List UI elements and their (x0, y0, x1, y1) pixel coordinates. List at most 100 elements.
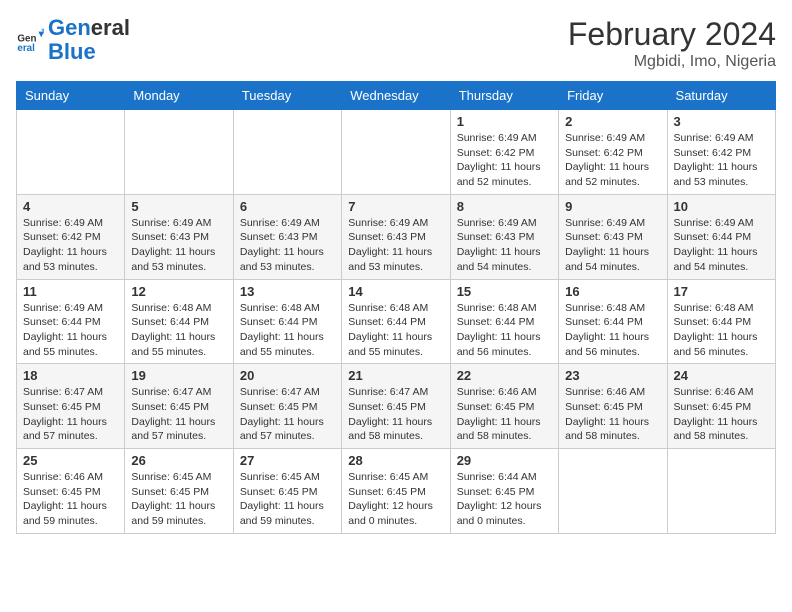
day-number: 11 (23, 284, 118, 299)
calendar-cell: 1 Sunrise: 6:49 AMSunset: 6:42 PMDaylight… (450, 110, 558, 195)
calendar-cell: 6Sunrise: 6:49 AMSunset: 6:43 PMDaylight… (233, 194, 341, 279)
header-row: SundayMondayTuesdayWednesdayThursdayFrid… (17, 82, 776, 110)
day-info: Sunrise: 6:49 AMSunset: 6:42 PMDaylight:… (565, 131, 660, 190)
calendar-cell: 8 Sunrise: 6:49 AMSunset: 6:43 PMDaylight… (450, 194, 558, 279)
day-info: Sunrise: 6:49 AMSunset: 6:43 PMDaylight:… (348, 216, 443, 275)
calendar-cell: 17Sunrise: 6:48 AMSunset: 6:44 PMDayligh… (667, 279, 775, 364)
day-info: Sunrise: 6:45 AMSunset: 6:45 PMDaylight:… (348, 470, 443, 529)
day-number: 20 (240, 368, 335, 383)
day-number: 15 (457, 284, 552, 299)
day-number: 29 (457, 453, 552, 468)
day-number: 18 (23, 368, 118, 383)
calendar-cell: 19 Sunrise: 6:47 AMSunset: 6:45 PMDayligh… (125, 364, 233, 449)
day-number: 21 (348, 368, 443, 383)
calendar-cell: 23 Sunrise: 6:46 AMSunset: 6:45 PMDayligh… (559, 364, 667, 449)
page-header: Gen eral GeneralBlue February 2024 Mgbid… (16, 16, 776, 71)
day-number: 9 (565, 199, 660, 214)
day-info: Sunrise: 6:49 AMSunset: 6:42 PMDaylight:… (674, 131, 769, 190)
day-number: 5 (131, 199, 226, 214)
header-day-friday: Friday (559, 82, 667, 110)
day-info: Sunrise: 6:48 AMSunset: 6:44 PMDaylight:… (457, 301, 552, 360)
day-info: Sunrise: 6:48 AMSunset: 6:44 PMDaylight:… (240, 301, 335, 360)
day-info: Sunrise: 6:47 AMSunset: 6:45 PMDaylight:… (348, 385, 443, 444)
calendar-week-2: 4Sunrise: 6:49 AMSunset: 6:42 PMDaylight… (17, 194, 776, 279)
day-info: Sunrise: 6:46 AMSunset: 6:45 PMDaylight:… (674, 385, 769, 444)
calendar-cell (233, 110, 341, 195)
header-day-tuesday: Tuesday (233, 82, 341, 110)
header-day-thursday: Thursday (450, 82, 558, 110)
day-info: Sunrise: 6:48 AMSunset: 6:44 PMDaylight:… (348, 301, 443, 360)
day-info: Sunrise: 6:47 AMSunset: 6:45 PMDaylight:… (23, 385, 118, 444)
calendar-cell: 26 Sunrise: 6:45 AMSunset: 6:45 PMDayligh… (125, 449, 233, 534)
calendar-cell: 2 Sunrise: 6:49 AMSunset: 6:42 PMDaylight… (559, 110, 667, 195)
header-day-wednesday: Wednesday (342, 82, 450, 110)
calendar-cell: 27Sunrise: 6:45 AMSunset: 6:45 PMDayligh… (233, 449, 341, 534)
location: Mgbidi, Imo, Nigeria (568, 53, 776, 71)
calendar-cell: 22 Sunrise: 6:46 AMSunset: 6:45 PMDayligh… (450, 364, 558, 449)
day-number: 17 (674, 284, 769, 299)
day-info: Sunrise: 6:47 AMSunset: 6:45 PMDaylight:… (240, 385, 335, 444)
calendar-cell: 13 Sunrise: 6:48 AMSunset: 6:44 PMDayligh… (233, 279, 341, 364)
calendar-cell: 21 Sunrise: 6:47 AMSunset: 6:45 PMDayligh… (342, 364, 450, 449)
calendar-week-5: 25 Sunrise: 6:46 AMSunset: 6:45 PMDayligh… (17, 449, 776, 534)
day-info: Sunrise: 6:48 AMSunset: 6:44 PMDaylight:… (131, 301, 226, 360)
calendar-cell (125, 110, 233, 195)
day-info: Sunrise: 6:49 AMSunset: 6:43 PMDaylight:… (565, 216, 660, 275)
day-info: Sunrise: 6:47 AMSunset: 6:45 PMDaylight:… (131, 385, 226, 444)
day-info: Sunrise: 6:49 AMSunset: 6:44 PMDaylight:… (674, 216, 769, 275)
day-number: 2 (565, 114, 660, 129)
day-number: 7 (348, 199, 443, 214)
calendar-cell (667, 449, 775, 534)
calendar-cell: 11 Sunrise: 6:49 AMSunset: 6:44 PMDayligh… (17, 279, 125, 364)
day-info: Sunrise: 6:48 AMSunset: 6:44 PMDaylight:… (565, 301, 660, 360)
day-info: Sunrise: 6:46 AMSunset: 6:45 PMDaylight:… (23, 470, 118, 529)
calendar-cell (559, 449, 667, 534)
day-info: Sunrise: 6:49 AMSunset: 6:44 PMDaylight:… (23, 301, 118, 360)
calendar-cell: 29 Sunrise: 6:44 AMSunset: 6:45 PMDayligh… (450, 449, 558, 534)
day-number: 28 (348, 453, 443, 468)
day-info: Sunrise: 6:49 AMSunset: 6:42 PMDaylight:… (23, 216, 118, 275)
calendar-week-1: 1 Sunrise: 6:49 AMSunset: 6:42 PMDaylight… (17, 110, 776, 195)
calendar-cell: 24 Sunrise: 6:46 AMSunset: 6:45 PMDayligh… (667, 364, 775, 449)
day-number: 19 (131, 368, 226, 383)
header-day-monday: Monday (125, 82, 233, 110)
calendar-cell: 3 Sunrise: 6:49 AMSunset: 6:42 PMDaylight… (667, 110, 775, 195)
day-number: 14 (348, 284, 443, 299)
calendar-week-4: 18 Sunrise: 6:47 AMSunset: 6:45 PMDayligh… (17, 364, 776, 449)
svg-text:eral: eral (17, 43, 35, 54)
day-number: 23 (565, 368, 660, 383)
day-info: Sunrise: 6:49 AMSunset: 6:43 PMDaylight:… (457, 216, 552, 275)
day-number: 27 (240, 453, 335, 468)
day-number: 3 (674, 114, 769, 129)
day-number: 8 (457, 199, 552, 214)
day-number: 26 (131, 453, 226, 468)
calendar-cell: 15 Sunrise: 6:48 AMSunset: 6:44 PMDayligh… (450, 279, 558, 364)
calendar-cell: 9 Sunrise: 6:49 AMSunset: 6:43 PMDaylight… (559, 194, 667, 279)
calendar-cell (17, 110, 125, 195)
calendar-cell: 28 Sunrise: 6:45 AMSunset: 6:45 PMDayligh… (342, 449, 450, 534)
day-info: Sunrise: 6:44 AMSunset: 6:45 PMDaylight:… (457, 470, 552, 529)
month-title: February 2024 (568, 16, 776, 53)
day-info: Sunrise: 6:49 AMSunset: 6:42 PMDaylight:… (457, 131, 552, 190)
day-number: 6 (240, 199, 335, 214)
header-day-sunday: Sunday (17, 82, 125, 110)
calendar-cell: 4Sunrise: 6:49 AMSunset: 6:42 PMDaylight… (17, 194, 125, 279)
day-info: Sunrise: 6:45 AMSunset: 6:45 PMDaylight:… (131, 470, 226, 529)
calendar-cell: 14 Sunrise: 6:48 AMSunset: 6:44 PMDayligh… (342, 279, 450, 364)
day-number: 12 (131, 284, 226, 299)
day-info: Sunrise: 6:46 AMSunset: 6:45 PMDaylight:… (457, 385, 552, 444)
header-day-saturday: Saturday (667, 82, 775, 110)
day-number: 25 (23, 453, 118, 468)
calendar-cell: 16Sunrise: 6:48 AMSunset: 6:44 PMDayligh… (559, 279, 667, 364)
day-number: 24 (674, 368, 769, 383)
calendar-cell (342, 110, 450, 195)
day-info: Sunrise: 6:49 AMSunset: 6:43 PMDaylight:… (131, 216, 226, 275)
day-number: 13 (240, 284, 335, 299)
calendar-cell: 5 Sunrise: 6:49 AMSunset: 6:43 PMDaylight… (125, 194, 233, 279)
logo-icon: Gen eral (16, 26, 44, 54)
day-number: 22 (457, 368, 552, 383)
logo-text: GeneralBlue (48, 16, 130, 64)
day-info: Sunrise: 6:46 AMSunset: 6:45 PMDaylight:… (565, 385, 660, 444)
calendar-cell: 20 Sunrise: 6:47 AMSunset: 6:45 PMDayligh… (233, 364, 341, 449)
day-number: 1 (457, 114, 552, 129)
